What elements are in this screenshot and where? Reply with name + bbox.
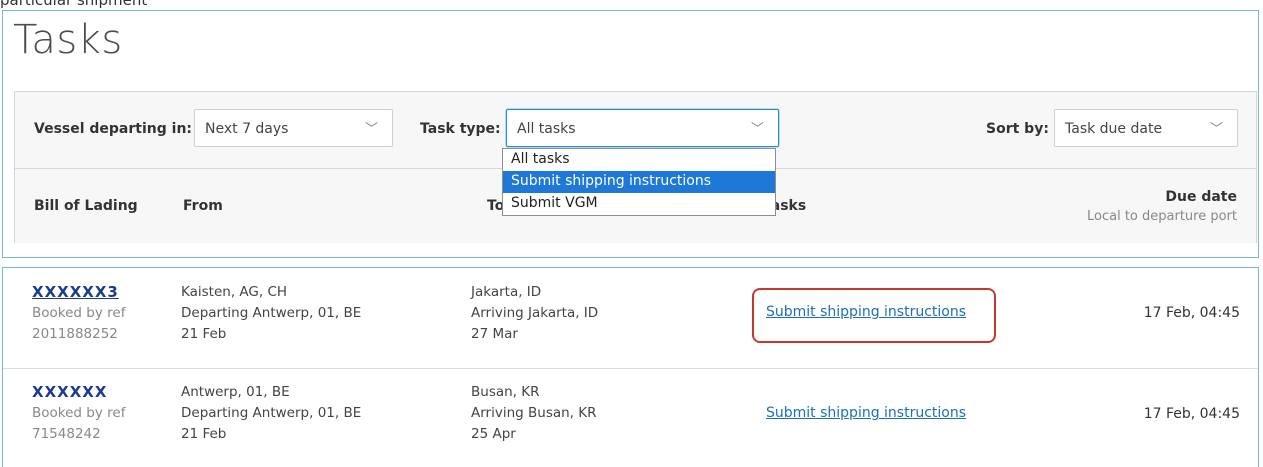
task-type-dropdown-list: All tasks Submit shipping instructions S… (502, 148, 776, 216)
table-row: XXXXXX3 Booked by ref 2011888252 Kaisten… (3, 268, 1258, 364)
sort-by-label: Sort by: (986, 121, 1049, 137)
to-arriving: Arriving Jakarta, ID (471, 305, 599, 321)
dropdown-option-all-tasks[interactable]: All tasks (503, 149, 775, 171)
sort-by-select[interactable]: Task due date ﹀ (1054, 109, 1238, 147)
bol-cell: XXXXXX3 Booked by ref 2011888252 (32, 282, 125, 345)
bol-cell: XXXXXX Booked by ref 71548242 (32, 382, 125, 445)
to-place: Jakarta, ID (471, 284, 542, 300)
bol-link[interactable]: XXXXXX3 (32, 282, 125, 303)
chevron-down-icon: ﹀ (750, 122, 764, 137)
to-date: 25 Apr (471, 426, 516, 442)
booked-ref: 71548242 (32, 426, 101, 442)
chevron-down-icon: ﹀ (364, 122, 378, 137)
column-due-date-subtitle: Local to departure port (1087, 209, 1237, 224)
sort-by-value: Task due date (1065, 121, 1163, 137)
from-departing: Departing Antwerp, 01, BE (181, 405, 362, 421)
from-date: 21 Feb (181, 426, 227, 442)
submit-shipping-instructions-link[interactable]: Submit shipping instructions (766, 304, 966, 320)
booked-by-label: Booked by ref (32, 305, 126, 321)
submit-shipping-instructions-link[interactable]: Submit shipping instructions (766, 405, 966, 421)
to-date: 27 Mar (471, 326, 518, 342)
bol-link[interactable]: XXXXXX (32, 382, 125, 403)
to-cell: Busan, KR Arriving Busan, KR 25 Apr (471, 382, 597, 445)
due-date-value: 17 Feb, 04:45 (1143, 305, 1240, 321)
caption-text: particular shipment (0, 0, 148, 9)
to-cell: Jakarta, ID Arriving Jakarta, ID 27 Mar (471, 282, 598, 345)
dropdown-option-submit-vgm[interactable]: Submit VGM (503, 193, 775, 215)
column-from[interactable]: From (183, 198, 223, 214)
vessel-departing-select[interactable]: Next 7 days ﹀ (194, 109, 393, 147)
from-cell: Kaisten, AG, CH Departing Antwerp, 01, B… (181, 282, 361, 345)
from-date: 21 Feb (181, 326, 227, 342)
booked-ref: 2011888252 (32, 326, 118, 342)
from-cell: Antwerp, 01, BE Departing Antwerp, 01, B… (181, 382, 361, 445)
task-type-label: Task type: (420, 121, 501, 137)
task-type-select[interactable]: All tasks ﹀ (506, 109, 779, 147)
from-place: Kaisten, AG, CH (181, 284, 288, 300)
task-type-value: All tasks (517, 121, 576, 137)
from-departing: Departing Antwerp, 01, BE (181, 305, 362, 321)
to-place: Busan, KR (471, 384, 540, 400)
dropdown-option-submit-shipping-instructions[interactable]: Submit shipping instructions (503, 171, 775, 193)
results-panel: XXXXXX3 Booked by ref 2011888252 Kaisten… (2, 267, 1259, 467)
from-place: Antwerp, 01, BE (181, 384, 290, 400)
to-arriving: Arriving Busan, KR (471, 405, 597, 421)
table-row: XXXXXX Booked by ref 71548242 Antwerp, 0… (3, 368, 1258, 465)
page-title: Tasks (13, 17, 123, 63)
tasks-panel: Tasks Vessel departing in: Next 7 days ﹀… (2, 10, 1259, 258)
vessel-departing-label: Vessel departing in: (34, 121, 193, 137)
column-due-date[interactable]: Due date (1165, 189, 1237, 205)
chevron-down-icon: ﹀ (1209, 122, 1223, 137)
due-date-value: 17 Feb, 04:45 (1143, 406, 1240, 422)
vessel-departing-value: Next 7 days (205, 121, 289, 137)
column-bill-of-lading[interactable]: Bill of Lading (34, 198, 138, 214)
booked-by-label: Booked by ref (32, 405, 126, 421)
